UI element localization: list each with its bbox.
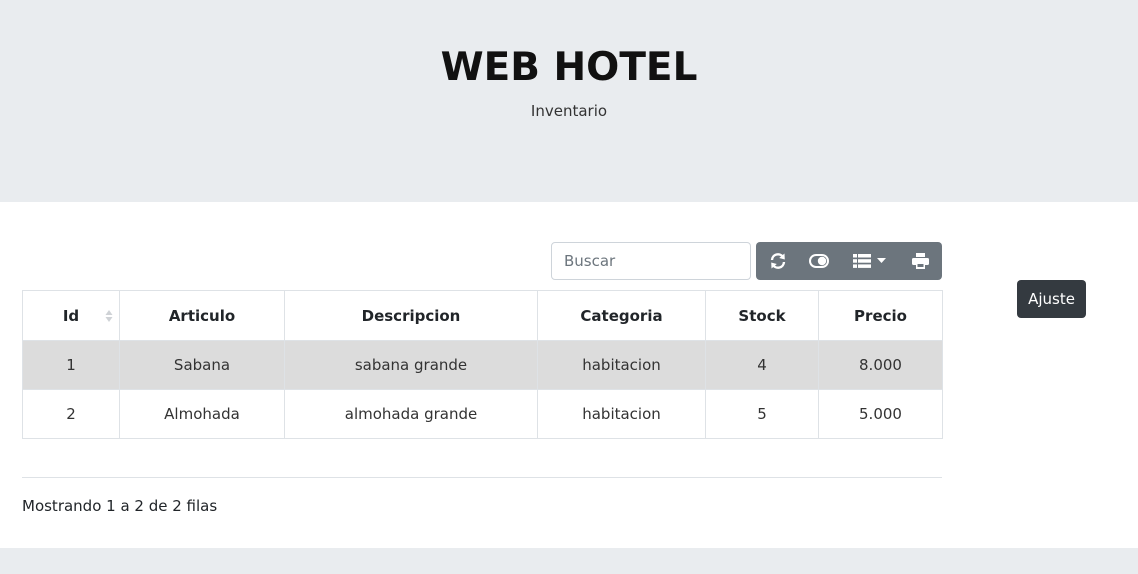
column-header-categoria: Categoria bbox=[537, 290, 706, 341]
refresh-icon bbox=[769, 252, 787, 270]
header-jumbotron: WEB HOTEL Inventario bbox=[0, 0, 1138, 202]
cell-id: 2 bbox=[22, 389, 120, 439]
cell-articulo: Almohada bbox=[119, 389, 285, 439]
cell-categoria: habitacion bbox=[537, 340, 706, 390]
settings-tooltip: Ajuste bbox=[1017, 280, 1086, 318]
sort-icon bbox=[105, 309, 113, 323]
cell-stock: 5 bbox=[705, 389, 819, 439]
cell-precio: 8.000 bbox=[818, 340, 943, 390]
column-header-descripcion: Descripcion bbox=[284, 290, 538, 341]
pagination-info: Mostrando 1 a 2 de 2 filas bbox=[22, 497, 218, 515]
page-footer bbox=[0, 548, 1138, 574]
table-header-row: Id Articulo Descripcion Categoria Stock … bbox=[22, 290, 943, 341]
cell-id: 1 bbox=[22, 340, 120, 390]
cell-descripcion: almohada grande bbox=[284, 389, 538, 439]
column-header-precio: Precio bbox=[818, 290, 943, 341]
table-row[interactable]: 2 Almohada almohada grande habitacion 5 … bbox=[22, 389, 943, 439]
search-input[interactable] bbox=[551, 242, 751, 280]
column-header-id[interactable]: Id bbox=[22, 290, 120, 341]
columns-icon bbox=[852, 254, 871, 268]
caret-down-icon bbox=[876, 258, 886, 264]
columns-dropdown-button[interactable] bbox=[839, 242, 899, 280]
table-toolbar bbox=[756, 242, 942, 280]
page-title: WEB HOTEL bbox=[440, 45, 698, 90]
refresh-button[interactable] bbox=[756, 242, 799, 280]
cell-articulo: Sabana bbox=[119, 340, 285, 390]
page-subtitle: Inventario bbox=[530, 102, 608, 120]
table-footer-divider bbox=[22, 477, 942, 478]
cell-stock: 4 bbox=[705, 340, 819, 390]
cell-precio: 5.000 bbox=[818, 389, 943, 439]
table-row[interactable]: 1 Sabana sabana grande habitacion 4 8.00… bbox=[22, 340, 943, 390]
column-header-stock: Stock bbox=[705, 290, 819, 341]
print-button[interactable] bbox=[899, 242, 942, 280]
cell-descripcion: sabana grande bbox=[284, 340, 538, 390]
column-header-articulo: Articulo bbox=[119, 290, 285, 341]
cell-categoria: habitacion bbox=[537, 389, 706, 439]
inventory-table: Id Articulo Descripcion Categoria Stock … bbox=[22, 290, 943, 439]
print-icon bbox=[912, 253, 929, 269]
toggle-view-button[interactable] bbox=[799, 242, 839, 280]
toggle-icon bbox=[809, 254, 829, 268]
